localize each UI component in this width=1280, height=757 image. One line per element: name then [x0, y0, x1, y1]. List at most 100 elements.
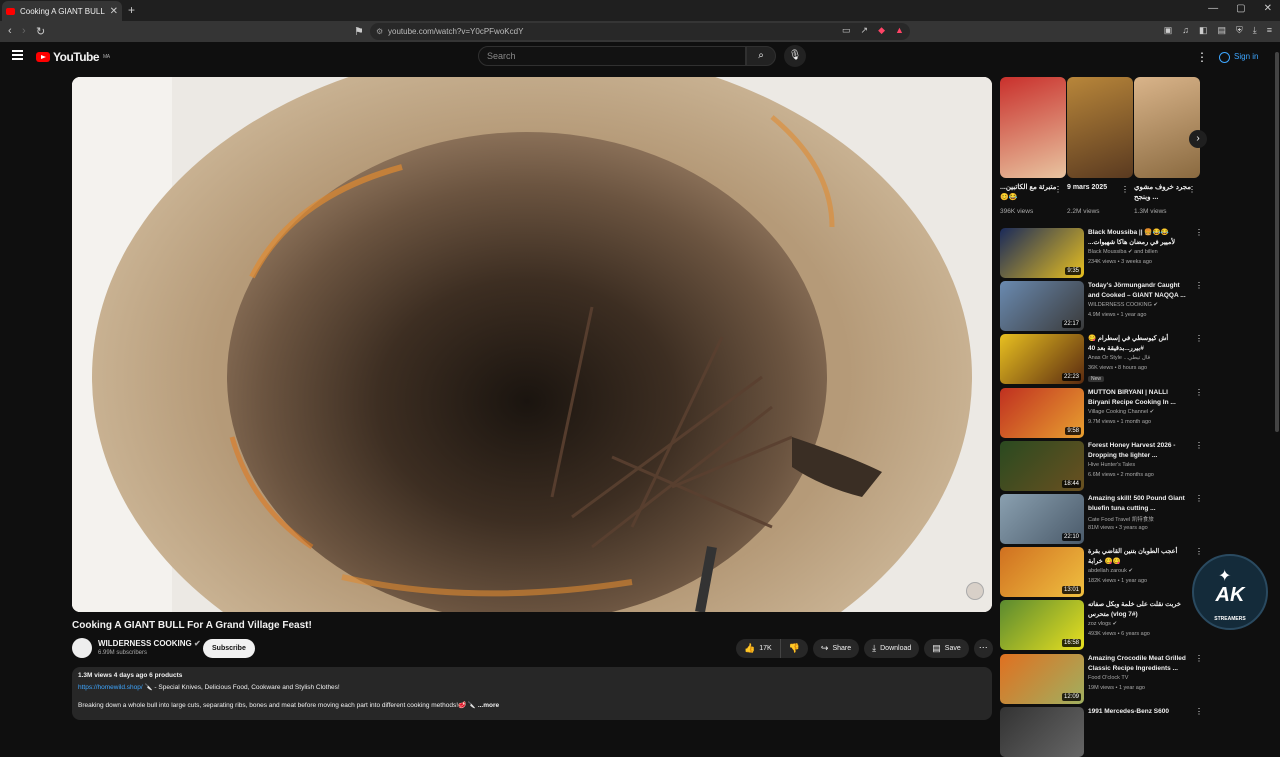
recommended-title[interactable]: Amazing skill! 500 Pound Giant bluefin t…	[1088, 494, 1188, 514]
recommended-video[interactable]: 1991 Mercedes-Benz S600 ⋮	[1000, 706, 1205, 757]
new-tab-button[interactable]: +	[128, 3, 135, 17]
recommended-title[interactable]: Forest Honey Harvest 2026 - Dropping the…	[1088, 441, 1188, 461]
recommended-menu-icon[interactable]: ⋮	[1195, 334, 1203, 343]
recommended-menu-icon[interactable]: ⋮	[1195, 494, 1203, 503]
search-button[interactable]: ⌕	[746, 46, 776, 66]
recommended-title[interactable]: 1991 Mercedes-Benz S600	[1088, 707, 1188, 717]
back-icon[interactable]: ‹	[8, 25, 12, 37]
recommended-video[interactable]: 9:35 Black Moussiba || 🍔😂😂 ...لأميير في ر…	[1000, 228, 1205, 278]
close-tab-icon[interactable]: ✕	[110, 6, 118, 17]
recommended-channel[interactable]: Food O'clock TV	[1088, 675, 1128, 681]
short-title[interactable]: ...متبرئة مع الكاتبين 😊😂	[1000, 183, 1060, 203]
rewards-icon[interactable]: ▲	[895, 25, 904, 36]
recommended-channel[interactable]: Hive Hunter's Tales	[1088, 462, 1135, 468]
short-thumbnail[interactable]	[1134, 77, 1200, 178]
video-thumbnail[interactable]: 22:10	[1000, 494, 1084, 544]
close-window-icon[interactable]: ✕	[1264, 3, 1272, 14]
recommended-menu-icon[interactable]: ⋮	[1195, 707, 1203, 716]
recommended-video[interactable]: 22:23 أش كيوسطي في إسطرام 😋 بيرر...بدقيقة…	[1000, 334, 1205, 385]
recommended-video[interactable]: 22:17 Today's Jörmungandr Caught and Cook…	[1000, 281, 1205, 332]
recommended-channel[interactable]: abdellah zarouk ✔	[1088, 568, 1133, 574]
recommended-video[interactable]: 9:58 MUTTON BIRYANI | NALLI Biryani Recip…	[1000, 387, 1205, 438]
video-thumbnail[interactable]: 22:17	[1000, 281, 1084, 332]
recommended-title[interactable]: أش كيوسطي في إسطرام 😋 بيرر...بدقيقة بعد …	[1088, 334, 1188, 354]
recommended-video[interactable]: 16:58 خربت نقلت على خلمة وبكل صفاته متحرس…	[1000, 600, 1205, 651]
video-thumbnail[interactable]: 13:01	[1000, 547, 1084, 598]
page-scrollbar[interactable]	[1274, 42, 1280, 720]
recommended-title[interactable]: خربت نقلت على خلمة وبكل صفاته متحرس (vlo…	[1088, 600, 1188, 620]
description-box[interactable]: 1.3M views 4 days ago 6 products https:/…	[72, 667, 992, 720]
channel-watermark-icon[interactable]	[966, 582, 984, 600]
video-thumbnail[interactable]: 18:44	[1000, 440, 1084, 491]
recommended-title[interactable]: Black Moussiba || 🍔😂😂 ...لأميير في رمضان…	[1088, 228, 1188, 248]
recommended-channel[interactable]: Cate Food Travel 凯特食旅	[1088, 515, 1154, 523]
reload-icon[interactable]: ↻	[36, 25, 45, 38]
wallet-icon[interactable]: ▤	[1217, 25, 1226, 36]
download-button[interactable]: ⤓ Download	[864, 639, 920, 658]
download-manager-icon[interactable]: ⤓	[1253, 25, 1257, 36]
sign-in-button[interactable]: Sign in	[1212, 47, 1265, 67]
short-menu-icon[interactable]: ⋮	[1054, 185, 1062, 194]
recommended-menu-icon[interactable]: ⋮	[1195, 388, 1203, 397]
recommended-channel[interactable]: WILDERNESS COOKING ✔	[1088, 302, 1158, 308]
recommended-menu-icon[interactable]: ⋮	[1195, 281, 1203, 290]
forward-icon[interactable]: ›	[22, 25, 26, 37]
recommended-menu-icon[interactable]: ⋮	[1195, 228, 1203, 237]
video-thumbnail[interactable]: 22:23	[1000, 334, 1084, 385]
more-link[interactable]: ...more	[478, 702, 499, 709]
recommended-menu-icon[interactable]: ⋮	[1195, 654, 1203, 663]
short-thumbnail[interactable]	[1067, 77, 1133, 178]
recommended-video[interactable]: 13:01 أعجب الطوبان بتنين القاضي بقرة خراب…	[1000, 547, 1205, 598]
brave-shield-icon[interactable]: ◆	[878, 25, 885, 36]
like-button[interactable]: 👍 17K	[736, 639, 781, 658]
media-icon[interactable]: ♫	[1182, 25, 1189, 36]
channel-avatar[interactable]	[72, 638, 92, 658]
video-thumbnail[interactable]: 9:35	[1000, 228, 1084, 278]
shop-link[interactable]: https://homewild.shop/	[78, 684, 143, 691]
save-button[interactable]: ▤ Save	[924, 639, 969, 658]
youtube-logo[interactable]: YouTube MA	[36, 50, 110, 64]
short-thumbnail[interactable]	[1000, 77, 1066, 178]
video-player[interactable]	[72, 77, 992, 612]
recommended-video[interactable]: 18:44 Forest Honey Harvest 2026 - Droppin…	[1000, 440, 1205, 491]
recommended-channel[interactable]: Black Moussiba ✔ and billen	[1088, 249, 1158, 255]
video-thumbnail[interactable]: 12:09	[1000, 653, 1084, 704]
recommended-title[interactable]: Today's Jörmungandr Caught and Cooked – …	[1088, 281, 1188, 301]
video-thumbnail[interactable]: 16:58	[1000, 600, 1084, 651]
browser-tab[interactable]: Cooking A GIANT BULL For A Gr ✕	[2, 1, 122, 21]
short-menu-icon[interactable]: ⋮	[1121, 185, 1129, 194]
guide-menu-icon[interactable]	[12, 50, 23, 62]
address-bar[interactable]: ⚙ youtube.com/watch?v=Y0cPFwoKcdY	[370, 23, 910, 40]
vpn-icon[interactable]: ⛨	[1236, 25, 1243, 36]
settings-more-icon[interactable]: ⋮	[1196, 50, 1208, 64]
scrollbar-thumb[interactable]	[1275, 52, 1279, 432]
recommended-channel[interactable]: Village Cooking Channel ✔	[1088, 409, 1154, 415]
video-thumbnail[interactable]	[1000, 706, 1084, 757]
more-actions-button[interactable]: ⋯	[973, 639, 993, 658]
share-button[interactable]: ↪ Share	[812, 639, 860, 658]
maximize-icon[interactable]: ▢	[1236, 3, 1245, 14]
shorts-next-arrow-icon[interactable]: ›	[1189, 130, 1207, 148]
share-page-icon[interactable]: ↗	[861, 25, 869, 36]
recommended-video[interactable]: 22:10 Amazing skill! 500 Pound Giant blue…	[1000, 494, 1205, 544]
tab-search-icon[interactable]: ▣	[1164, 25, 1173, 36]
recommended-title[interactable]: أعجب الطوبان بتنين القاضي بقرة خرابة 😋😋	[1088, 547, 1188, 567]
video-thumbnail[interactable]: 9:58	[1000, 387, 1084, 438]
channel-name[interactable]: WILDERNESS COOKING ✔	[98, 639, 201, 648]
sidebar-icon[interactable]: ◧	[1199, 25, 1208, 36]
dislike-button[interactable]: 👎	[780, 639, 808, 658]
recommended-menu-icon[interactable]: ⋮	[1195, 441, 1203, 450]
short-title[interactable]: مجرد خروف مشوي وبنجح ...	[1134, 183, 1194, 203]
subscribe-button[interactable]: Subscribe	[203, 639, 255, 658]
short-title[interactable]: 9 mars 2025	[1067, 183, 1127, 193]
bookmark-icon[interactable]: ⚑	[354, 25, 364, 38]
menu-icon[interactable]: ≡	[1267, 25, 1272, 36]
search-input[interactable]: Search	[478, 46, 746, 66]
recommended-channel[interactable]: Anas Or Style ...قال تيطي	[1088, 355, 1150, 361]
site-info-icon[interactable]: ⚙	[376, 23, 383, 40]
voice-search-button[interactable]: 🎙	[784, 45, 806, 67]
recommended-video[interactable]: 12:09 Amazing Crocodile Meat Grilled Clas…	[1000, 653, 1205, 704]
recommended-title[interactable]: MUTTON BIRYANI | NALLI Biryani Recipe Co…	[1088, 388, 1188, 408]
install-icon[interactable]: ▭	[842, 25, 851, 36]
recommended-channel[interactable]: zoz vlogs ✔	[1088, 621, 1117, 627]
